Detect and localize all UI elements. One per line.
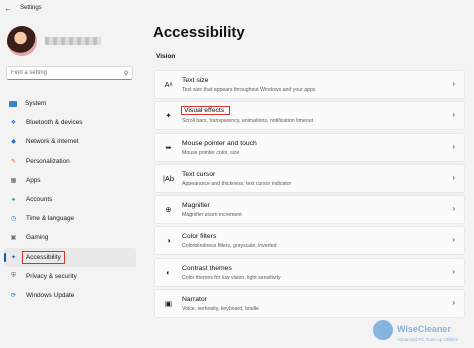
chevron-right-icon: › (452, 172, 455, 182)
card-color-filters[interactable]: ◑ Color filters Colorblindness filters, … (154, 226, 465, 256)
sidebar-item-label: Gaming (26, 234, 49, 242)
shield-icon: ⛨ (11, 272, 16, 279)
card-title: Text cursor (182, 170, 216, 178)
card-title: Magnifier (182, 202, 210, 210)
sidebar-item-system[interactable]: System (4, 94, 136, 113)
sidebar-item-bluetooth[interactable]: ❖ Bluetooth & devices (4, 113, 136, 132)
person-icon: ● (11, 196, 16, 203)
blurred-user-name (45, 37, 101, 45)
card-subtitle: Appearance and thickness, text cursor in… (182, 180, 292, 187)
sidebar-item-label: Windows Update (26, 291, 75, 299)
globe-clock-icon: ◷ (10, 216, 17, 223)
card-subtitle: Magnifier zoom increment (182, 212, 242, 219)
avatar (7, 26, 37, 56)
card-title: Visual effects (181, 106, 231, 116)
apps-icon: ▦ (10, 177, 17, 184)
user-profile[interactable] (7, 26, 137, 56)
wisecleaner-logo-icon (373, 320, 393, 340)
card-text-size[interactable]: Aᵃ Text size Text size that appears thro… (154, 70, 465, 99)
search-icon[interactable]: ⚲ (120, 70, 132, 77)
card-visual-effects[interactable]: ✦ Visual effects Scroll bars, transparen… (154, 101, 465, 131)
chevron-right-icon: › (452, 110, 455, 120)
sidebar: ⚲ System ❖ Bluetooth & devices ◆ Network… (0, 16, 142, 348)
card-mouse-pointer-touch[interactable]: ➥ Mouse pointer and touch Mouse pointer … (154, 132, 465, 162)
brush-icon: ✎ (10, 158, 17, 165)
sidebar-item-label: Accounts (26, 196, 53, 204)
mouse-pointer-icon: ➥ (165, 142, 172, 152)
watermark-text-block: WiseCleaner Advanced PC Tune-up Utilitie… (397, 319, 458, 342)
sidebar-nav: System ❖ Bluetooth & devices ◆ Network &… (4, 94, 136, 305)
page-title: Accessibility (153, 24, 245, 41)
sidebar-item-network[interactable]: ◆ Network & internet (4, 132, 136, 151)
bluetooth-icon: ❖ (10, 120, 17, 127)
accessibility-icon: ✦ (10, 254, 17, 261)
sidebar-item-windows-update[interactable]: ⟳ Windows Update (4, 286, 136, 305)
system-icon (9, 100, 17, 107)
sidebar-item-label: Bluetooth & devices (26, 119, 83, 127)
sparkle-icon: ✦ (165, 111, 172, 121)
window-title: Settings (20, 5, 42, 11)
back-arrow-icon[interactable]: ← (0, 4, 16, 13)
gamepad-icon: ▣ (10, 235, 17, 242)
chevron-right-icon: › (452, 235, 455, 245)
chevron-right-icon: › (452, 298, 455, 308)
sidebar-item-gaming[interactable]: ▣ Gaming (4, 228, 136, 247)
card-subtitle: Text size that appears throughout Window… (182, 87, 316, 93)
card-contrast-themes[interactable]: ◐ Contrast themes Color themes for low v… (154, 257, 465, 287)
card-subtitle: Mouse pointer color, size (182, 149, 240, 156)
card-magnifier[interactable]: ⊕ Magnifier Magnifier zoom increment › (154, 195, 465, 225)
sidebar-item-label: Accessibility (22, 250, 65, 264)
sidebar-item-label: Network & internet (26, 138, 79, 146)
card-title: Contrast themes (182, 264, 232, 272)
sidebar-item-label: Personalization (26, 157, 70, 165)
watermark: WiseCleaner Advanced PC Tune-up Utilitie… (373, 316, 468, 344)
card-subtitle: Scroll bars, transparency, animations, n… (182, 118, 314, 125)
card-subtitle: Voice, verbosity, keyboard, braille (182, 306, 259, 313)
card-text-cursor[interactable]: |Ab Text cursor Appearance and thickness… (154, 163, 465, 193)
contrast-icon: ◐ (166, 267, 171, 277)
card-subtitle: Color themes for low vision, light sensi… (182, 274, 281, 281)
color-filters-icon: ◑ (166, 236, 171, 246)
search-input[interactable] (7, 70, 120, 76)
chevron-right-icon: › (452, 204, 455, 214)
sidebar-item-accounts[interactable]: ● Accounts (4, 190, 136, 209)
magnifier-icon: ⊕ (165, 205, 172, 215)
card-title: Narrator (182, 296, 207, 304)
watermark-text: WiseCleaner (397, 323, 451, 334)
watermark-subtext: Advanced PC Tune-up Utilities (397, 336, 459, 342)
text-size-icon: Aᵃ (164, 80, 173, 89)
settings-card-list: Aᵃ Text size Text size that appears thro… (154, 70, 465, 320)
sidebar-item-privacy-security[interactable]: ⛨ Privacy & security (4, 267, 136, 286)
update-icon: ⟳ (10, 292, 17, 299)
network-icon: ◆ (11, 139, 16, 146)
main-content: Accessibility Vision Aᵃ Text size Text s… (147, 16, 467, 348)
card-subtitle: Colorblindness filters, grayscale, inver… (182, 243, 277, 250)
card-title: Mouse pointer and touch (182, 139, 257, 147)
sidebar-item-label: Time & language (26, 215, 75, 223)
card-title: Color filters (182, 233, 217, 241)
sidebar-item-label: Privacy & security (26, 272, 77, 280)
sidebar-item-accessibility[interactable]: ✦ Accessibility (4, 247, 136, 267)
sidebar-item-personalization[interactable]: ✎ Personalization (4, 152, 136, 171)
card-narrator[interactable]: ▣ Narrator Voice, verbosity, keyboard, b… (154, 289, 465, 319)
narrator-icon: ▣ (164, 299, 173, 309)
section-label-vision: Vision (156, 53, 176, 60)
chevron-right-icon: › (452, 79, 455, 88)
text-cursor-icon: |Ab (162, 173, 175, 183)
search-box[interactable]: ⚲ (6, 66, 133, 80)
sidebar-item-label: System (25, 100, 47, 108)
card-title: Text size (182, 77, 209, 84)
sidebar-item-time-language[interactable]: ◷ Time & language (4, 209, 136, 228)
chevron-right-icon: › (452, 141, 455, 151)
title-bar: ← Settings (0, 0, 474, 16)
chevron-right-icon: › (452, 266, 455, 276)
sidebar-item-label: Apps (26, 176, 41, 184)
sidebar-item-apps[interactable]: ▦ Apps (4, 171, 136, 190)
